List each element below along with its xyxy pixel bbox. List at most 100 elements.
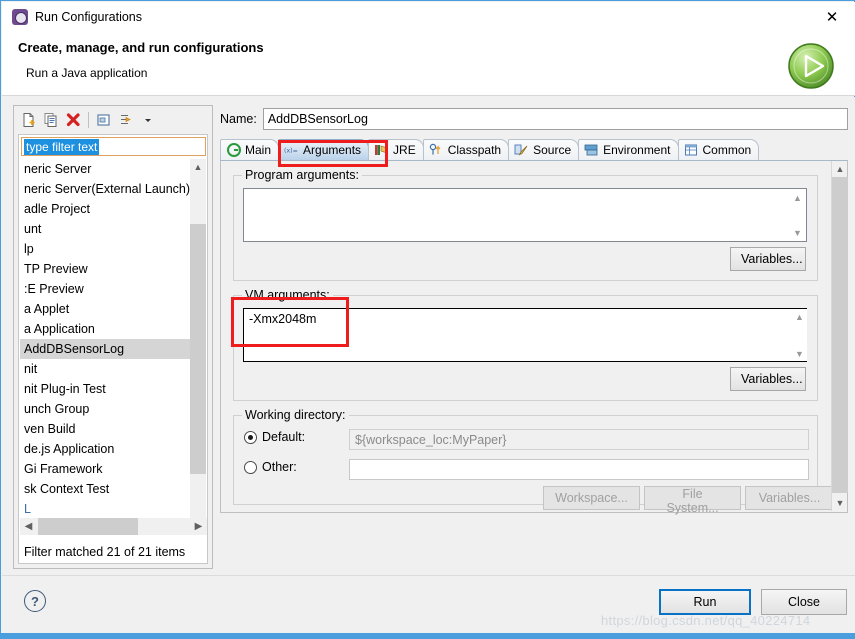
default-radio-label: Default:: [262, 430, 306, 444]
list-item[interactable]: unt: [20, 219, 191, 239]
list-item[interactable]: unch Group: [20, 399, 191, 419]
list-item[interactable]: ven Build: [20, 419, 191, 439]
scroll-up-icon[interactable]: ▲: [790, 190, 805, 205]
tree-vertical-scrollbar[interactable]: ▲ ▼: [190, 159, 206, 535]
help-icon[interactable]: ?: [24, 590, 46, 612]
java-main-icon: [226, 143, 241, 158]
filter-status-text: Filter matched 21 of 21 items: [24, 545, 186, 559]
list-item[interactable]: :E Preview: [20, 279, 191, 299]
list-item[interactable]: neric Server(External Launch): [20, 179, 191, 199]
dialog-header: Create, manage, and run configurations R…: [2, 32, 855, 96]
filter-input[interactable]: type filter text: [24, 138, 100, 155]
content-vertical-scrollbar[interactable]: ▲ ▼: [831, 161, 848, 511]
close-icon[interactable]: ✕: [809, 2, 855, 32]
scroll-down-icon[interactable]: ▼: [790, 225, 805, 240]
content-scroll-thumb[interactable]: [832, 177, 848, 493]
list-item[interactable]: adle Project: [20, 199, 191, 219]
jre-books-icon: [374, 143, 389, 158]
configurations-list[interactable]: neric Server neric Server(External Launch…: [20, 159, 191, 535]
vm-arguments-label: VM arguments:: [242, 288, 333, 302]
scroll-right-icon[interactable]: ▶: [190, 518, 207, 535]
list-item[interactable]: nit: [20, 359, 191, 379]
tab-label: Classpath: [447, 143, 502, 157]
tab-label: Environment: [603, 143, 671, 157]
program-arguments-input[interactable]: ▲ ▼: [243, 188, 807, 242]
tab-label: Source: [533, 143, 572, 157]
tab-classpath[interactable]: Classpath: [422, 139, 510, 160]
tab-label: Common: [702, 143, 752, 157]
list-item[interactable]: a Application: [20, 319, 191, 339]
filter-arrow-icon[interactable]: [115, 109, 137, 131]
default-radio[interactable]: [244, 430, 257, 444]
configurations-tree-pane: type filter text neric Server neric Serve…: [13, 105, 213, 569]
workspace-button[interactable]: Workspace...: [543, 486, 640, 510]
scroll-up-icon[interactable]: ▲: [792, 309, 807, 324]
page-subtitle: Run a Java application: [26, 66, 148, 80]
run-button[interactable]: Run: [659, 589, 751, 615]
scroll-left-icon[interactable]: ◀: [20, 518, 37, 535]
page-title: Create, manage, and run configurations: [18, 40, 264, 55]
list-item[interactable]: nit Plug-in Test: [20, 379, 191, 399]
list-item[interactable]: TP Preview: [20, 259, 191, 279]
list-item[interactable]: Gi Framework: [20, 459, 191, 479]
vm-arguments-variables-button[interactable]: Variables...: [730, 367, 806, 391]
program-arguments-variables-button[interactable]: Variables...: [730, 247, 806, 271]
scroll-down-icon[interactable]: ▼: [792, 346, 807, 361]
copy-icon[interactable]: [40, 109, 62, 131]
dialog-body: type filter text neric Server neric Serve…: [2, 97, 855, 575]
title-bar: Run Configurations ✕: [2, 2, 855, 32]
chevron-down-icon[interactable]: [137, 109, 159, 131]
run-configurations-dialog: Run Configurations ✕ Create, manage, and…: [0, 0, 855, 639]
bottom-accent-strip: [1, 633, 855, 638]
tab-source[interactable]: Source: [508, 139, 580, 160]
scroll-down-icon[interactable]: ▼: [832, 495, 848, 511]
run-configurations-icon: [12, 9, 28, 25]
dialog-footer: ? Run Close: [2, 575, 855, 635]
scroll-up-icon[interactable]: ▲: [190, 159, 206, 175]
tree-toolbar: [14, 106, 212, 133]
working-directory-label: Working directory:: [242, 408, 349, 422]
list-item[interactable]: lp: [20, 239, 191, 259]
list-item[interactable]: a Applet: [20, 299, 191, 319]
program-arguments-group: Program arguments: ▲ ▼ Variables...: [233, 168, 818, 281]
vm-arguments-group: VM arguments: -Xmx2048m ▲ ▼ Variables...: [233, 288, 818, 401]
list-item[interactable]: L: [20, 499, 191, 519]
working-dir-variables-button[interactable]: Variables...: [745, 486, 834, 510]
svg-text:(x)=: (x)=: [284, 148, 298, 155]
new-document-icon[interactable]: [18, 109, 40, 131]
horizontal-scroll-thumb[interactable]: [38, 518, 138, 535]
red-x-icon[interactable]: [62, 109, 84, 131]
name-input[interactable]: [262, 108, 848, 130]
common-table-icon: [684, 143, 699, 158]
close-button[interactable]: Close: [761, 589, 847, 615]
tab-main[interactable]: Main: [220, 139, 280, 160]
tab-common[interactable]: Common: [677, 139, 760, 160]
program-args-scrollbar[interactable]: ▲ ▼: [790, 190, 805, 240]
tab-environment[interactable]: Environment: [578, 139, 679, 160]
list-item[interactable]: AddDBSensorLog: [20, 339, 191, 359]
working-dir-other-row[interactable]: Other:: [244, 460, 297, 474]
other-radio[interactable]: [244, 460, 257, 474]
scroll-up-icon[interactable]: ▲: [832, 161, 848, 177]
vm-arguments-input[interactable]: -Xmx2048m: [243, 308, 807, 362]
tab-label: Main: [245, 143, 272, 157]
list-item[interactable]: de.js Application: [20, 439, 191, 459]
source-pencil-icon: [514, 143, 529, 158]
vm-args-scrollbar[interactable]: ▲ ▼: [792, 309, 807, 361]
list-item[interactable]: neric Server: [20, 159, 191, 179]
tab-arguments[interactable]: (x)= Arguments: [278, 139, 370, 160]
file-system-button[interactable]: File System...: [644, 486, 741, 515]
other-radio-label: Other:: [262, 460, 297, 474]
tab-label: Arguments: [303, 143, 362, 157]
tree-horizontal-scrollbar[interactable]: ◀ ▶: [20, 518, 207, 535]
classpath-icon: [429, 143, 444, 158]
list-item[interactable]: sk Context Test: [20, 479, 191, 499]
name-label: Name:: [220, 112, 257, 126]
working-directory-group: Working directory: Default: ${workspace_…: [233, 408, 834, 515]
working-dir-default-row[interactable]: Default:: [244, 430, 305, 444]
filter-input-box[interactable]: type filter text: [21, 137, 206, 156]
other-working-dir-input[interactable]: [349, 459, 809, 480]
vertical-scroll-thumb[interactable]: [190, 224, 206, 474]
tab-jre[interactable]: JRE: [368, 139, 424, 160]
collapse-all-icon[interactable]: [93, 109, 115, 131]
